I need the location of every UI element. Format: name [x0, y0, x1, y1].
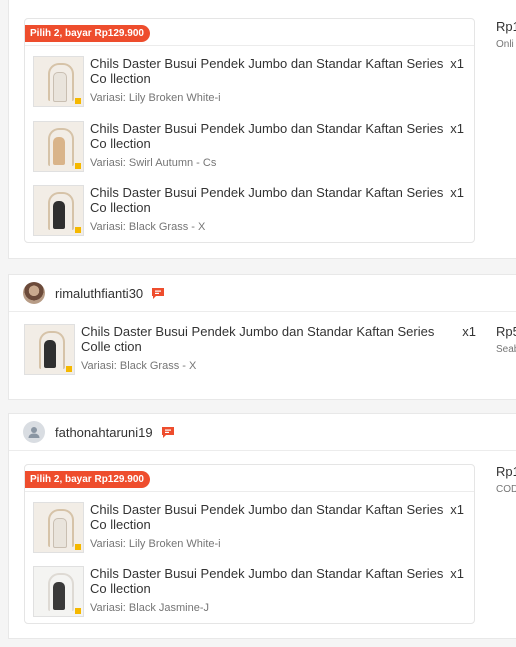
variant-label: Variasi: Lily Broken White-i [90, 538, 221, 550]
list-item[interactable]: Chils Daster Busui Pendek Jumbo dan Stan… [33, 121, 470, 177]
product-thumbnail[interactable] [33, 502, 84, 553]
order-total: Rp1 [496, 19, 516, 34]
order-total: Rp5 [496, 324, 516, 339]
quantity: x1 [462, 324, 476, 339]
user-icon[interactable] [23, 421, 45, 443]
product-title[interactable]: Chils Daster Busui Pendek Jumbo dan Stan… [90, 121, 445, 151]
order-card-2: rimaluthfianti30 Chils Daster Busui Pend… [8, 274, 516, 400]
product-thumbnail[interactable] [33, 185, 84, 236]
variant-label: Variasi: Black Grass - X [90, 221, 206, 233]
payment-method: Onli [496, 39, 514, 50]
promo-badge: Pilih 2, bayar Rp129.900 [25, 25, 150, 42]
chat-icon[interactable] [161, 426, 175, 439]
quantity: x1 [450, 502, 464, 517]
bundle-box: Pilih 2, bayar Rp129.900 Chils Daster Bu… [24, 464, 475, 624]
variant-label: Variasi: Black Grass - X [81, 360, 197, 372]
product-title[interactable]: Chils Daster Busui Pendek Jumbo dan Stan… [90, 185, 445, 215]
product-title[interactable]: Chils Daster Busui Pendek Jumbo dan Stan… [90, 56, 445, 86]
buyer-username[interactable]: rimaluthfianti30 [55, 286, 143, 301]
product-thumbnail[interactable] [33, 56, 84, 107]
list-item[interactable]: Chils Daster Busui Pendek Jumbo dan Stan… [33, 502, 470, 558]
list-item[interactable]: Chils Daster Busui Pendek Jumbo dan Stan… [24, 324, 482, 380]
quantity: x1 [450, 56, 464, 71]
buyer-username[interactable]: fathonahtaruni19 [55, 425, 153, 440]
divider [25, 491, 474, 492]
avatar[interactable] [23, 282, 45, 304]
divider [25, 45, 474, 46]
promo-badge: Pilih 2, bayar Rp129.900 [25, 471, 150, 488]
quantity: x1 [450, 121, 464, 136]
bundle-box: Pilih 2, bayar Rp129.900 Chils Daster Bu… [24, 18, 475, 243]
order-total: Rp1 [496, 464, 516, 479]
quantity: x1 [450, 566, 464, 581]
list-item[interactable]: Chils Daster Busui Pendek Jumbo dan Stan… [33, 566, 470, 622]
product-title[interactable]: Chils Daster Busui Pendek Jumbo dan Stan… [90, 566, 445, 596]
payment-method: COD [496, 484, 516, 495]
chat-icon[interactable] [151, 287, 165, 300]
order-header: fathonahtaruni19 [9, 414, 516, 451]
product-thumbnail[interactable] [24, 324, 75, 375]
variant-label: Variasi: Lily Broken White-i [90, 92, 221, 104]
product-thumbnail[interactable] [33, 566, 84, 617]
order-header: rimaluthfianti30 [9, 275, 516, 312]
product-thumbnail[interactable] [33, 121, 84, 172]
payment-method: Seab [496, 344, 516, 355]
quantity: x1 [450, 185, 464, 200]
list-item[interactable]: Chils Daster Busui Pendek Jumbo dan Stan… [33, 185, 470, 241]
order-card-3: fathonahtaruni19 Pilih 2, bayar Rp129.90… [8, 413, 516, 639]
product-title[interactable]: Chils Daster Busui Pendek Jumbo dan Stan… [81, 324, 436, 354]
variant-label: Variasi: Black Jasmine-J [90, 602, 209, 614]
list-item[interactable]: Chils Daster Busui Pendek Jumbo dan Stan… [33, 56, 470, 112]
order-card-1: Pilih 2, bayar Rp129.900 Chils Daster Bu… [8, 0, 516, 259]
variant-label: Variasi: Swirl Autumn - Cs [90, 157, 217, 169]
product-title[interactable]: Chils Daster Busui Pendek Jumbo dan Stan… [90, 502, 445, 532]
